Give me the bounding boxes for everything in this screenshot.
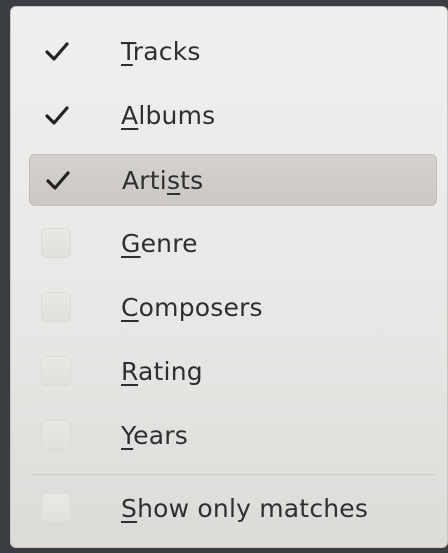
menu-item-label: Years <box>121 421 188 450</box>
menu-item-label: Rating <box>121 357 203 386</box>
menu-item-label: Composers <box>121 293 263 322</box>
menu-item-label: Show only matches <box>121 494 369 523</box>
menu-separator <box>31 474 435 475</box>
menu-item-albums[interactable]: Albums <box>29 90 437 142</box>
checkmark-icon <box>45 106 69 125</box>
menu-item-label: Artists <box>122 166 204 195</box>
menu-item-composers[interactable]: Composers <box>29 282 437 334</box>
checkbox-artists[interactable] <box>42 165 72 195</box>
checkmark-icon <box>46 171 70 190</box>
menu-item-show-only-matches[interactable]: Show only matches <box>29 483 437 535</box>
checkbox-albums[interactable] <box>41 100 71 130</box>
filter-context-menu: Tracks Albums Artists Genre Composers Ra… <box>10 6 448 548</box>
checkbox-tracks[interactable] <box>41 36 71 66</box>
menu-item-tracks[interactable]: Tracks <box>29 26 437 78</box>
menu-item-label: Genre <box>121 229 198 258</box>
menu-item-artists[interactable]: Artists <box>29 154 437 206</box>
menu-item-genre[interactable]: Genre <box>29 218 437 270</box>
checkbox-composers[interactable] <box>41 292 71 322</box>
menu-item-label: Albums <box>121 101 216 130</box>
menu-item-label: Tracks <box>121 37 201 66</box>
checkbox-show-only-matches[interactable] <box>41 493 71 523</box>
checkmark-icon <box>45 42 69 61</box>
checkbox-rating[interactable] <box>41 356 71 386</box>
menu-item-years[interactable]: Years <box>29 410 437 462</box>
checkbox-genre[interactable] <box>41 228 71 258</box>
checkbox-years[interactable] <box>41 420 71 450</box>
menu-item-rating[interactable]: Rating <box>29 346 437 398</box>
